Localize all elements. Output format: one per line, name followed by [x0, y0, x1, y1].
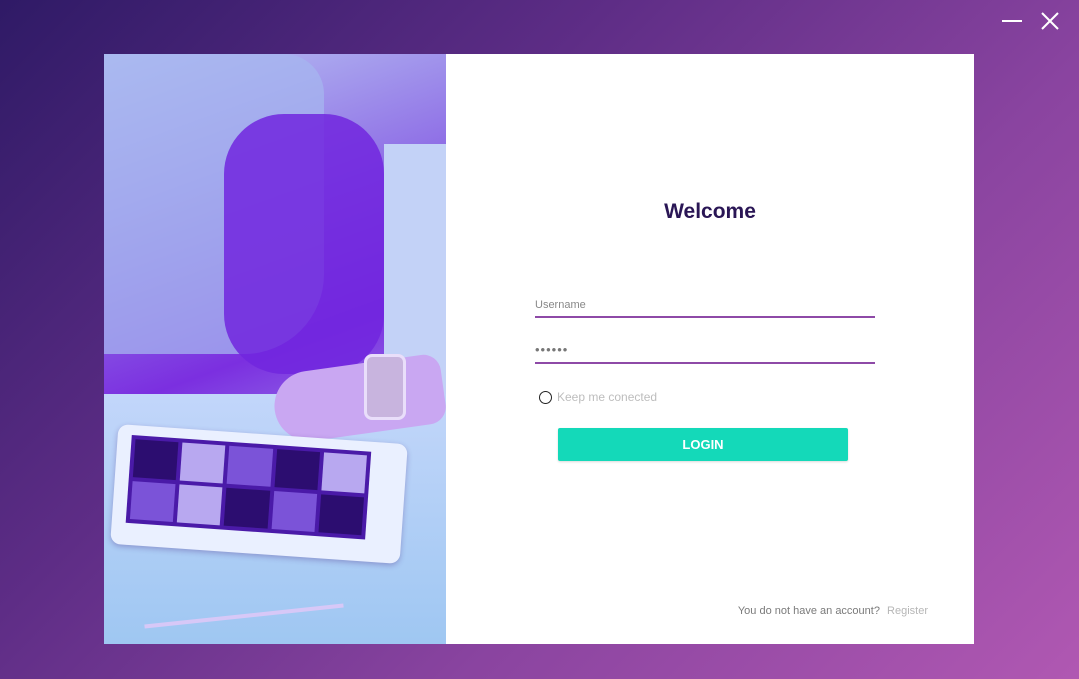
hero-image	[104, 54, 446, 644]
keep-connected-option[interactable]: Keep me conected	[539, 390, 657, 404]
username-input[interactable]	[535, 299, 875, 318]
window-controls	[999, 8, 1063, 34]
hero-tile	[179, 442, 226, 484]
hero-tile	[132, 439, 179, 481]
register-link[interactable]: Register	[887, 605, 928, 617]
login-button[interactable]: LOGIN	[558, 428, 848, 461]
hero-tile	[224, 487, 270, 529]
close-icon	[1041, 12, 1059, 30]
password-input[interactable]	[535, 342, 875, 364]
hero-tile	[318, 494, 365, 536]
minimize-icon	[1002, 20, 1022, 22]
minimize-button[interactable]	[999, 8, 1025, 34]
hero-tile	[227, 445, 273, 487]
keep-connected-label: Keep me conected	[557, 390, 658, 404]
hero-tile	[129, 481, 176, 523]
no-account-text: You do not have an account?	[737, 605, 880, 617]
hero-tablet-screen	[125, 434, 372, 540]
login-card: Welcome Keep me conected LOGIN You do no…	[104, 54, 974, 644]
hero-tablet	[110, 424, 408, 564]
hero-shape-shirt	[224, 114, 384, 374]
close-button[interactable]	[1037, 8, 1063, 34]
hero-tile	[271, 491, 317, 532]
register-prompt: You do not have an account? Register	[738, 605, 928, 617]
welcome-title: Welcome	[664, 200, 756, 223]
hero-watch	[364, 354, 406, 420]
hero-tile	[321, 452, 367, 494]
hero-tile	[177, 484, 223, 526]
login-form: Welcome Keep me conected LOGIN You do no…	[446, 54, 974, 644]
keep-connected-radio[interactable]	[539, 390, 552, 404]
hero-tile	[274, 449, 320, 491]
